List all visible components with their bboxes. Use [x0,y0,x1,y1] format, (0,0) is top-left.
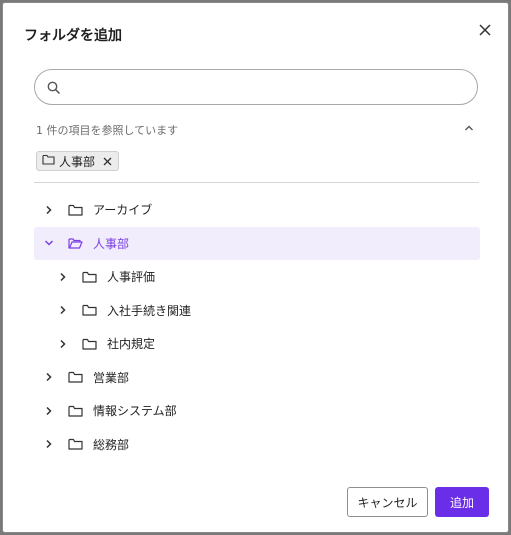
close-icon [479,24,491,36]
selection-summary: 1 件の項目を参照しています [36,124,179,137]
tree-item-label: 情報システム部 [93,404,177,419]
add-button[interactable]: 追加 [435,487,489,517]
chevron-right-icon[interactable] [56,337,70,351]
tree-item-label: 総務部 [93,437,130,452]
folder-icon [68,405,83,417]
cancel-button[interactable]: キャンセル [347,487,428,517]
chip-label: 人事部 [59,154,96,169]
chevron-right-icon[interactable] [42,404,56,418]
folder-icon [68,371,83,383]
folder-tree: アーカイブ人事部人事評価入社手続き関連 社内規定営業部情報システム部 総務部 [34,193,480,461]
chevron-right-icon[interactable] [42,437,56,451]
search-icon [47,80,61,99]
folder-open-icon [68,237,83,249]
folder-icon [68,438,83,450]
tree-item-label: アーカイブ [93,203,153,218]
dialog-title: フォルダを追加 [24,28,122,44]
remove-chip-button[interactable] [103,157,112,166]
tree-item-label: 人事部 [93,236,130,251]
tree-item[interactable]: 人事部 [34,226,480,260]
chevron-down-icon[interactable] [42,236,56,250]
divider [34,182,479,183]
folder-icon [68,204,83,216]
close-icon [103,157,112,165]
tree-item[interactable]: 情報システム部 [34,394,480,428]
folder-icon [82,338,97,350]
close-button[interactable] [474,19,496,41]
tree-item[interactable]: アーカイブ [34,193,480,227]
tree-item[interactable]: 社内規定 [34,327,480,361]
search-input[interactable] [71,76,467,98]
tree-item-label: 営業部 [93,370,130,385]
folder-icon [42,154,55,168]
tree-item-label: 人事評価 [107,270,156,285]
tree-item[interactable]: 人事評価 [34,260,480,294]
chevron-right-icon[interactable] [56,303,70,317]
chevron-up-icon [465,125,473,131]
chevron-right-icon[interactable] [56,270,70,284]
selected-folder-chip: 人事部 [36,151,120,171]
collapse-selection-button[interactable] [461,120,477,136]
tree-item[interactable]: 総務部 [34,428,480,462]
tree-item[interactable]: 入社手続き関連 [34,294,480,328]
chevron-right-icon[interactable] [42,203,56,217]
search-field[interactable] [34,69,478,105]
folder-icon [82,304,97,316]
folder-icon [82,271,97,283]
tree-item-label: 入社手続き関連 [107,303,192,318]
tree-item[interactable]: 営業部 [34,361,480,395]
tree-item-label: 社内規定 [107,337,156,352]
chevron-right-icon[interactable] [42,370,56,384]
add-folder-dialog: フォルダを追加 1 件の項目を参照しています 人事部 アーカイブ 人事部 人事評… [2,2,509,533]
